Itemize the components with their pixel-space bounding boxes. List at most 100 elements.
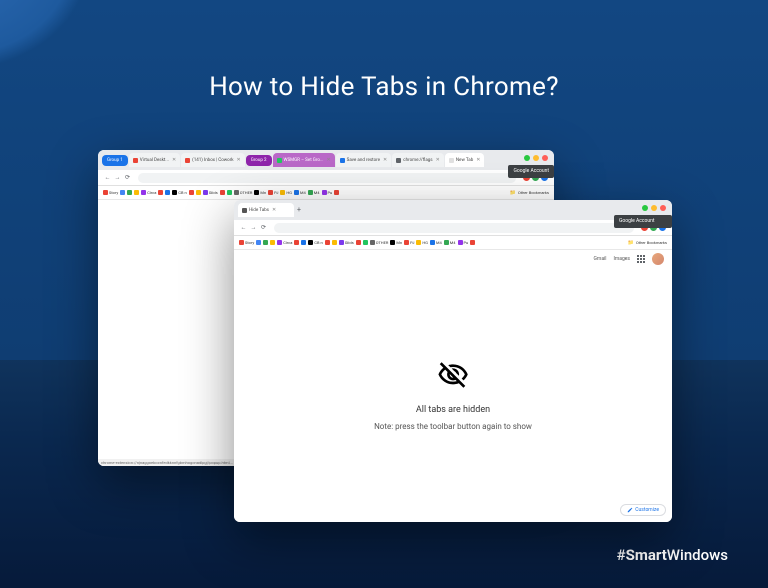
close-icon[interactable]: ✕ xyxy=(383,157,387,163)
browser-tab-active[interactable]: New Tab✕ xyxy=(445,153,485,167)
avatar[interactable] xyxy=(652,253,664,265)
bookmark[interactable] xyxy=(227,190,232,195)
minimize-button[interactable] xyxy=(533,155,539,161)
bookmark[interactable]: Glids xyxy=(203,190,218,195)
browser-window-front: Hide Tabs ✕ + ← → ⟳ Story Circa CB n Gli… xyxy=(234,200,672,522)
browser-tab-active[interactable]: Hide Tabs ✕ xyxy=(238,203,294,217)
bookmark[interactable]: M4 xyxy=(430,240,442,245)
bookmark[interactable]: HG xyxy=(416,240,428,245)
bookmark[interactable] xyxy=(158,190,163,195)
bookmark[interactable]: OTHER xyxy=(234,190,253,195)
close-icon[interactable]: ✕ xyxy=(326,157,330,163)
bookmark[interactable]: Pu xyxy=(458,240,469,245)
tab-group-2[interactable]: Group 2 xyxy=(246,155,272,166)
bookmark[interactable] xyxy=(356,240,361,245)
forward-icon[interactable]: → xyxy=(250,224,257,231)
tab-bar: Hide Tabs ✕ + xyxy=(234,200,672,220)
maximize-button[interactable] xyxy=(524,155,530,161)
close-icon[interactable]: ✕ xyxy=(436,157,440,163)
window-controls xyxy=(524,155,548,161)
apps-icon[interactable] xyxy=(637,255,645,263)
bookmark[interactable] xyxy=(270,240,275,245)
bookmark[interactable] xyxy=(165,190,170,195)
gmail-link[interactable]: Gmail xyxy=(594,256,607,262)
address-bar: ← → ⟳ xyxy=(98,170,554,186)
bookmark[interactable] xyxy=(134,190,139,195)
bookmark[interactable]: Circa xyxy=(277,240,292,245)
back-icon[interactable]: ← xyxy=(104,174,111,181)
bookmark[interactable]: PJ xyxy=(404,240,414,245)
bookmark[interactable]: HG xyxy=(280,190,292,195)
bookmark[interactable] xyxy=(189,190,194,195)
bookmark[interactable]: M4 xyxy=(308,190,320,195)
browser-tab[interactable]: WSMGR – Set Gro...✕ xyxy=(273,153,335,167)
bookmark[interactable] xyxy=(363,240,368,245)
bookmark[interactable]: CB n xyxy=(172,190,186,195)
bookmark[interactable] xyxy=(120,190,125,195)
bookmarks-bar: Story Circa CB n Glids OTHER Mn PJ HG M4… xyxy=(234,236,672,250)
bookmark[interactable]: Glids xyxy=(339,240,354,245)
bookmark[interactable] xyxy=(256,240,261,245)
new-tab-button[interactable]: + xyxy=(297,206,301,214)
bookmark[interactable] xyxy=(263,240,268,245)
bookmark[interactable]: M4 xyxy=(294,190,306,195)
tab-group-1[interactable]: Group 1 xyxy=(102,155,128,166)
bookmark[interactable]: Story xyxy=(103,190,118,195)
url-input[interactable] xyxy=(274,223,634,233)
bookmark[interactable] xyxy=(334,190,339,195)
browser-tab[interactable]: chrome://flags✕ xyxy=(392,153,444,167)
eye-slash-icon xyxy=(437,359,469,391)
account-tooltip: Google Account xyxy=(508,165,554,178)
other-bookmarks[interactable]: 📁Other Bookmarks xyxy=(510,190,549,196)
bookmark[interactable] xyxy=(325,240,330,245)
ntp-top-right: Gmail Images Google Account xyxy=(234,250,672,268)
close-button[interactable] xyxy=(542,155,548,161)
bookmark[interactable] xyxy=(301,240,306,245)
url-input[interactable] xyxy=(138,173,516,183)
bookmark[interactable]: OTHER xyxy=(370,240,389,245)
page-title: How to Hide Tabs in Chrome? xyxy=(0,72,768,102)
browser-tab[interactable]: (141) Inbox | Cowork✕ xyxy=(181,153,245,167)
close-icon[interactable]: ✕ xyxy=(237,157,241,163)
bookmark[interactable]: Mn xyxy=(390,240,402,245)
bookmark[interactable] xyxy=(470,240,475,245)
bookmark[interactable]: Story xyxy=(239,240,254,245)
bookmark[interactable]: Pu xyxy=(322,190,333,195)
bookmark[interactable] xyxy=(196,190,201,195)
bookmark[interactable]: Circa xyxy=(141,190,156,195)
status-url: chrome-extension://njnaggoebocnfedkknnfg… xyxy=(98,459,236,466)
bookmark[interactable] xyxy=(332,240,337,245)
forward-icon[interactable]: → xyxy=(114,174,121,181)
minimize-button[interactable] xyxy=(651,205,657,211)
bookmark[interactable]: M4 xyxy=(444,240,456,245)
bookmark[interactable] xyxy=(220,190,225,195)
images-link[interactable]: Images xyxy=(613,256,630,262)
folder-icon: 📁 xyxy=(510,190,516,196)
browser-tab[interactable]: Virtual Deskt...✕ xyxy=(129,153,180,167)
back-icon[interactable]: ← xyxy=(240,224,247,231)
hashtag: #SmartWindows xyxy=(617,546,728,564)
bookmark[interactable]: CB n xyxy=(308,240,322,245)
tab-bar: Group 1 Virtual Deskt...✕ (141) Inbox | … xyxy=(98,150,554,170)
other-bookmarks[interactable]: 📁Other Bookmarks xyxy=(628,240,667,246)
bookmark[interactable]: Mn xyxy=(254,190,266,195)
window-controls xyxy=(642,205,666,211)
maximize-button[interactable] xyxy=(642,205,648,211)
browser-tab[interactable]: Save and restore✕ xyxy=(336,153,392,167)
bookmark[interactable]: PJ xyxy=(268,190,278,195)
close-icon[interactable]: ✕ xyxy=(272,207,276,213)
customize-button[interactable]: Customize xyxy=(620,504,666,516)
message-main: All tabs are hidden xyxy=(374,405,532,415)
hidden-tabs-message: All tabs are hidden Note: press the tool… xyxy=(374,359,532,431)
bookmark[interactable] xyxy=(294,240,299,245)
account-tooltip: Google Account xyxy=(614,215,672,228)
bookmark[interactable] xyxy=(127,190,132,195)
message-sub: Note: press the toolbar button again to … xyxy=(374,422,532,431)
reload-icon[interactable]: ⟳ xyxy=(260,224,267,231)
close-button[interactable] xyxy=(660,205,666,211)
close-icon[interactable]: ✕ xyxy=(172,157,176,163)
pencil-icon xyxy=(627,507,633,513)
address-bar: ← → ⟳ xyxy=(234,220,672,236)
reload-icon[interactable]: ⟳ xyxy=(124,174,131,181)
close-icon[interactable]: ✕ xyxy=(476,157,480,163)
